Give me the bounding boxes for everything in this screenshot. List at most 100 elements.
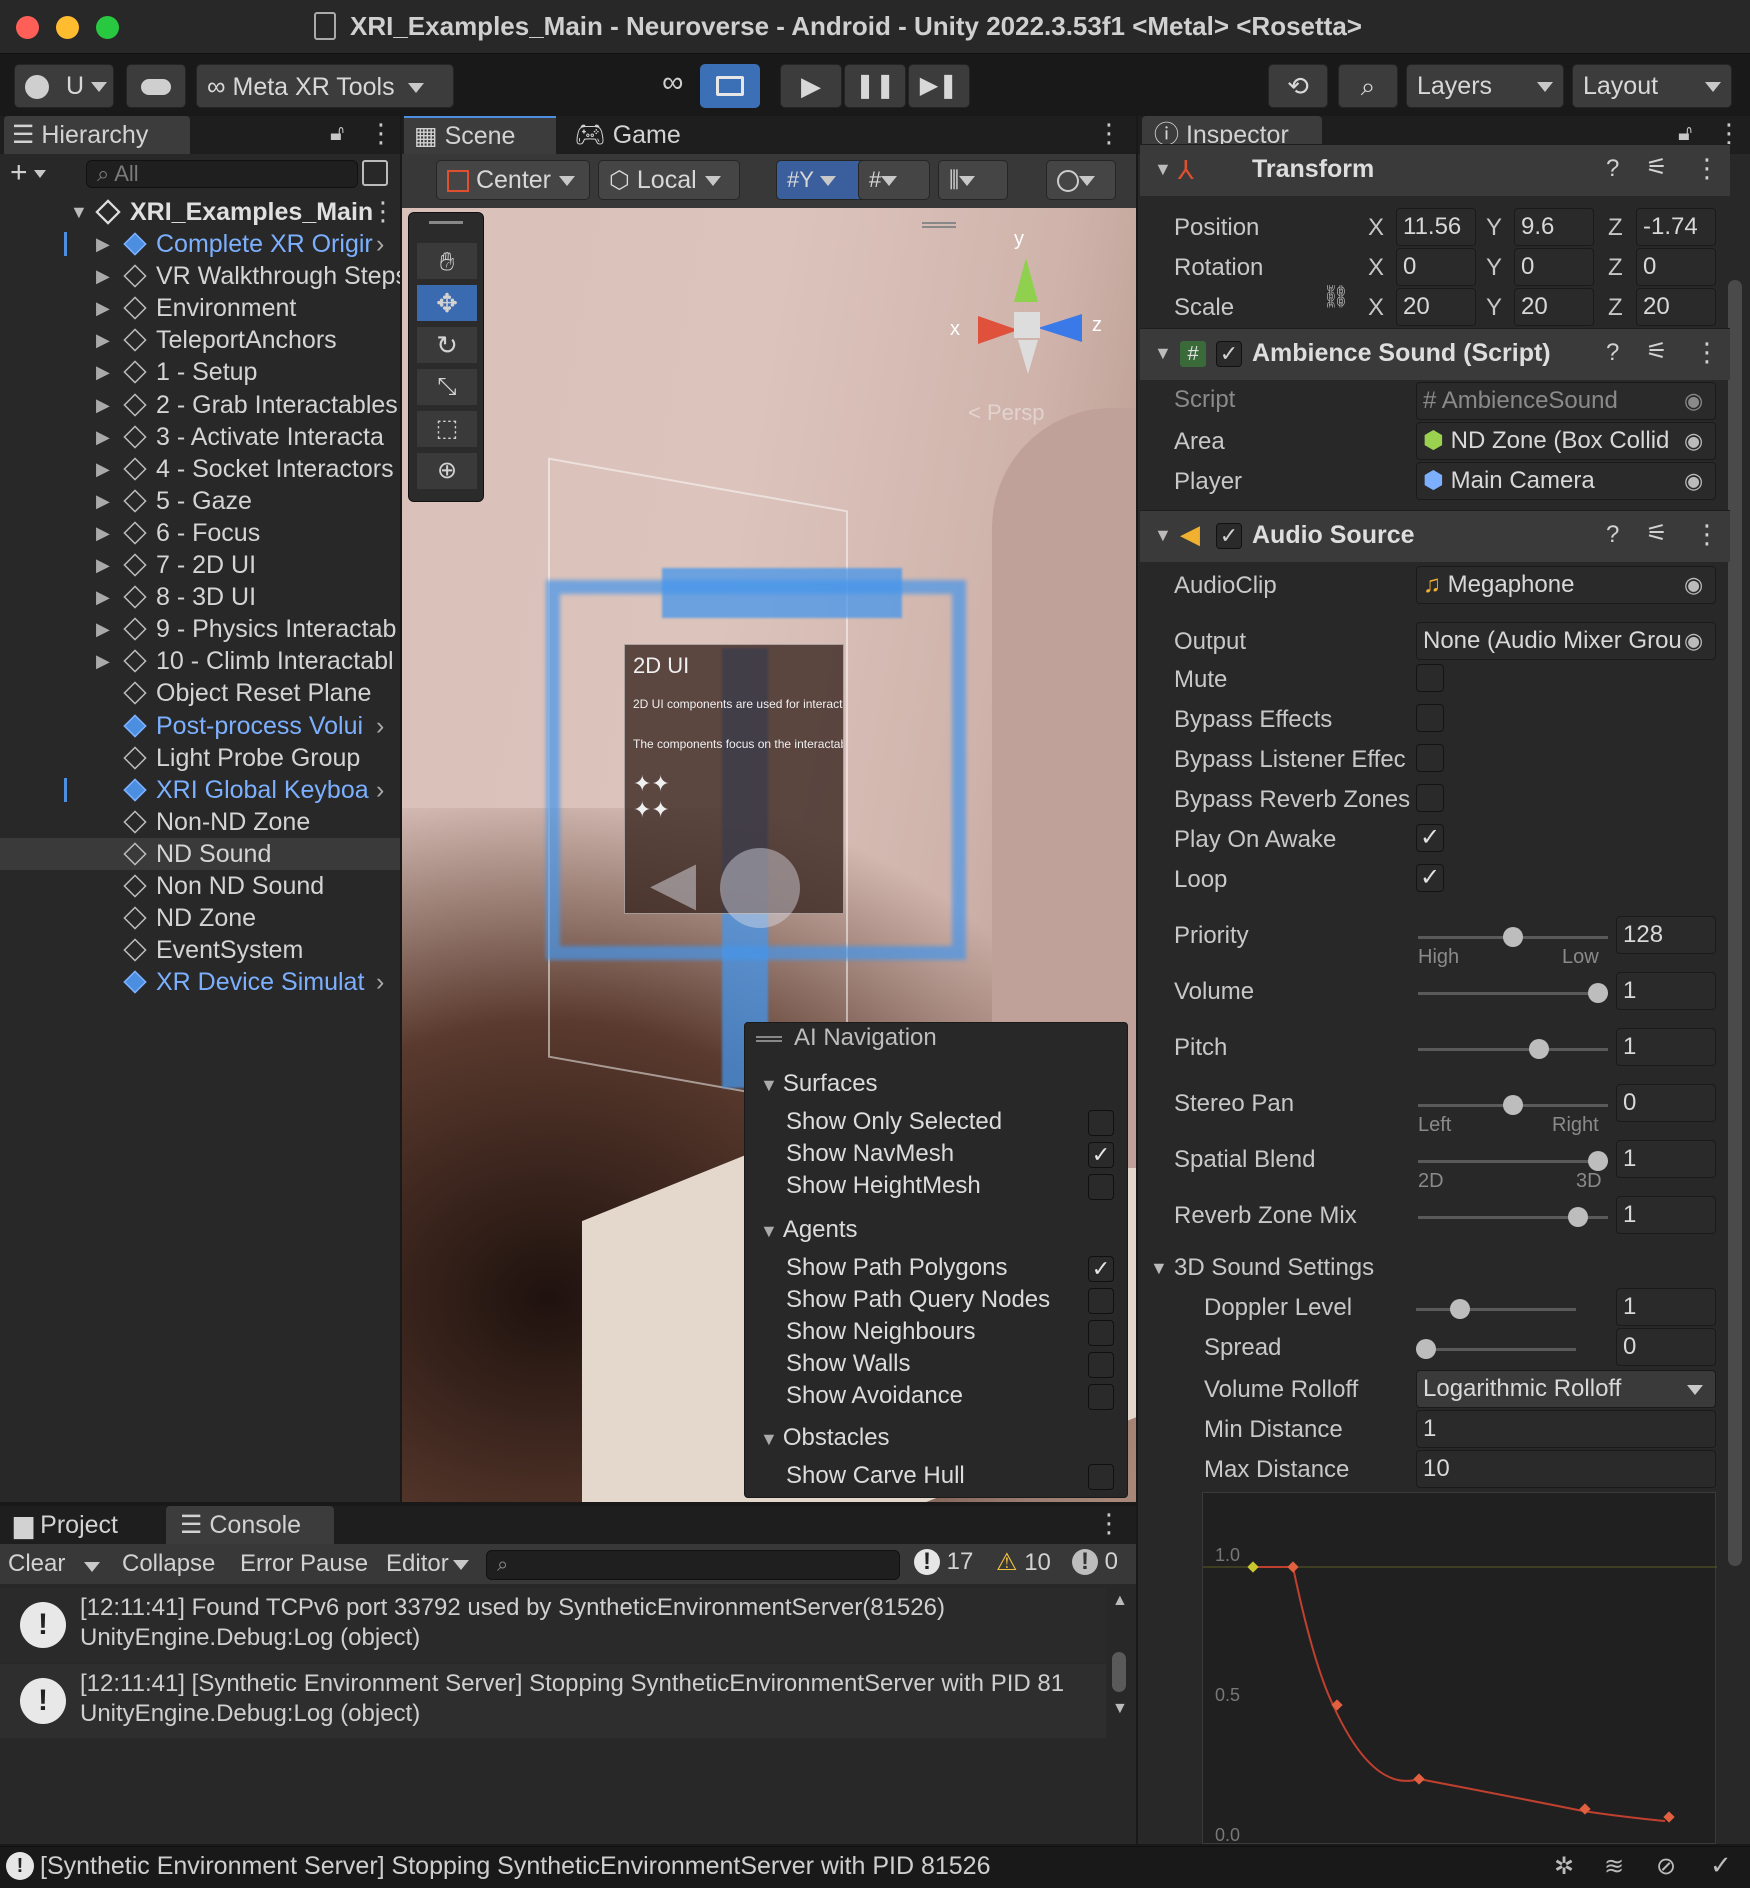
enabled-checkbox[interactable]: ✓ bbox=[1216, 341, 1242, 367]
hierarchy-row[interactable]: ▶ 9 - Physics Interactab bbox=[0, 613, 400, 645]
scene-root-row[interactable]: ▼ XRI_Examples_Main ⋮ bbox=[0, 196, 400, 228]
scale-z-field[interactable]: 20 bbox=[1636, 288, 1716, 326]
presets-icon[interactable]: ⚟ bbox=[1646, 337, 1668, 366]
expand-arrow-icon[interactable]: ▶ bbox=[96, 228, 110, 260]
perspective-label[interactable]: < Persp bbox=[968, 400, 1044, 426]
panel-menu-icon[interactable]: ⋮ bbox=[1096, 1508, 1122, 1539]
play-button[interactable]: ▶ bbox=[780, 64, 842, 108]
volume-field[interactable]: 1 bbox=[1616, 972, 1716, 1010]
player-field[interactable]: ⬢ Main Camera bbox=[1416, 462, 1716, 500]
orientation-gizmo[interactable]: y x z bbox=[942, 228, 1132, 418]
expand-arrow-icon[interactable]: ▶ bbox=[96, 517, 110, 549]
slider-knob[interactable] bbox=[1416, 1339, 1436, 1359]
spread-slider[interactable] bbox=[1416, 1339, 1576, 1359]
expand-arrow-icon[interactable]: ▶ bbox=[96, 581, 110, 613]
expand-arrow-icon[interactable]: ▶ bbox=[96, 613, 110, 645]
stereo-slider[interactable] bbox=[1418, 1095, 1608, 1115]
spread-field[interactable]: 0 bbox=[1616, 1328, 1716, 1366]
expand-arrow-icon[interactable]: ▶ bbox=[96, 356, 110, 388]
increment-snap-dropdown[interactable]: ⫼ bbox=[938, 160, 1008, 200]
hierarchy-row[interactable]: ND Zone bbox=[0, 902, 400, 934]
close-window-button[interactable] bbox=[16, 16, 39, 39]
ambience-sound-header[interactable]: ▼ # ✓ Ambience Sound (Script) ? ⚟ ⋮ bbox=[1140, 328, 1730, 380]
max-distance-field[interactable]: 10 bbox=[1416, 1450, 1716, 1488]
cloud-button[interactable] bbox=[126, 64, 186, 108]
ai-group-surfaces[interactable]: ▼ Surfaces bbox=[760, 1070, 878, 1098]
volume-rolloff-dropdown[interactable]: Logarithmic Rolloff bbox=[1416, 1370, 1716, 1408]
expand-arrow-icon[interactable]: ▶ bbox=[96, 389, 110, 421]
hierarchy-row[interactable]: ▶ 8 - 3D UI bbox=[0, 581, 400, 613]
maximize-window-button[interactable] bbox=[96, 16, 119, 39]
component-menu-icon[interactable]: ⋮ bbox=[1694, 337, 1720, 368]
console-scrollbar[interactable] bbox=[1112, 1652, 1126, 1692]
pause-button[interactable]: ❚❚ bbox=[844, 64, 906, 108]
ai-group-agents[interactable]: ▼ Agents bbox=[760, 1216, 858, 1244]
slider-knob[interactable] bbox=[1588, 1151, 1608, 1171]
priority-field[interactable]: 128 bbox=[1616, 916, 1716, 954]
rotation-z-field[interactable]: 0 bbox=[1636, 248, 1716, 286]
search-options-icon[interactable] bbox=[362, 160, 388, 186]
hierarchy-row[interactable]: Post-process Volui › bbox=[0, 710, 400, 742]
account-dropdown[interactable]: U bbox=[14, 64, 114, 108]
hierarchy-row[interactable]: ▶ TeleportAnchors bbox=[0, 324, 400, 356]
rotation-x-field[interactable]: 0 bbox=[1396, 248, 1476, 286]
chevron-right-icon[interactable]: › bbox=[376, 228, 384, 260]
rotate-tool-icon[interactable]: ↻ bbox=[417, 327, 477, 363]
help-icon[interactable]: ? bbox=[1606, 339, 1619, 367]
tab-console[interactable]: ☰ Console bbox=[166, 1506, 334, 1544]
hand-tool-icon[interactable]: ✋︎ bbox=[417, 243, 477, 279]
ai-option-checkbox[interactable]: ✓ bbox=[1088, 1142, 1114, 1168]
expand-arrow-icon[interactable]: ▶ bbox=[96, 549, 110, 581]
hierarchy-row[interactable]: ▶ 7 - 2D UI bbox=[0, 549, 400, 581]
ai-option-checkbox[interactable]: ✓ bbox=[1088, 1256, 1114, 1282]
search-button[interactable]: ⌕ bbox=[1338, 64, 1398, 108]
log-entry[interactable]: ! [12:11:41] [Synthetic Environment Serve… bbox=[0, 1664, 1106, 1738]
hierarchy-row[interactable]: ▶ VR Walkthrough Steps bbox=[0, 260, 400, 292]
hierarchy-row[interactable]: ND Sound bbox=[0, 837, 400, 870]
log-count-toggle[interactable]: ! 17 bbox=[914, 1548, 973, 1576]
toggle-checkbox[interactable] bbox=[1416, 664, 1444, 692]
pitch-field[interactable]: 1 bbox=[1616, 1028, 1716, 1066]
expand-arrow-icon[interactable]: ▶ bbox=[96, 260, 110, 292]
expand-arrow-icon[interactable]: ▶ bbox=[96, 292, 110, 324]
clear-button[interactable]: Clear bbox=[8, 1550, 65, 1578]
debug-bug-icon[interactable]: ✲ bbox=[1554, 1852, 1574, 1881]
cache-server-icon[interactable]: ≋ bbox=[1604, 1852, 1624, 1881]
slider-knob[interactable] bbox=[1503, 1095, 1523, 1115]
editor-dropdown[interactable]: Editor bbox=[386, 1550, 469, 1578]
scene-menu-icon[interactable]: ⋮ bbox=[370, 196, 396, 227]
hierarchy-row[interactable]: ▶ 4 - Socket Interactors bbox=[0, 453, 400, 485]
snap-increment-dropdown[interactable]: # bbox=[858, 160, 930, 200]
position-y-field[interactable]: 9.6 bbox=[1514, 208, 1594, 246]
area-field[interactable]: ⬢ ND Zone (Box Collid bbox=[1416, 422, 1716, 460]
toggle-checkbox[interactable] bbox=[1416, 744, 1444, 772]
ai-option-checkbox[interactable] bbox=[1088, 1320, 1114, 1346]
spatial-field[interactable]: 1 bbox=[1616, 1140, 1716, 1178]
expand-arrow-icon[interactable]: ▶ bbox=[96, 324, 110, 356]
doppler-field[interactable]: 1 bbox=[1616, 1288, 1716, 1326]
clear-options-dropdown[interactable] bbox=[84, 1558, 100, 1576]
hierarchy-row[interactable]: ▶ 3 - Activate Interacta bbox=[0, 421, 400, 453]
object-picker-icon[interactable]: ◉ bbox=[1684, 572, 1703, 598]
presets-icon[interactable]: ⚟ bbox=[1646, 153, 1668, 182]
scale-link-icon[interactable]: ⛓︎ bbox=[1322, 284, 1350, 310]
output-field[interactable]: None (Audio Mixer Grou bbox=[1416, 622, 1716, 660]
toggle-checkbox[interactable] bbox=[1416, 704, 1444, 732]
foldout-arrow-icon[interactable]: ▼ bbox=[1150, 1258, 1168, 1279]
toggle-checkbox[interactable]: ✓ bbox=[1416, 824, 1444, 852]
progress-check-icon[interactable]: ✓ bbox=[1710, 1850, 1732, 1881]
ai-option-checkbox[interactable] bbox=[1088, 1464, 1114, 1490]
ai-option-checkbox[interactable] bbox=[1088, 1288, 1114, 1314]
priority-slider[interactable] bbox=[1418, 927, 1608, 947]
inspector-scrollbar[interactable] bbox=[1728, 280, 1742, 1566]
tab-project[interactable]: ▆ Project bbox=[8, 1506, 160, 1544]
object-picker-icon[interactable]: ◉ bbox=[1684, 628, 1703, 654]
panel-menu-icon[interactable]: ⋮ bbox=[368, 118, 394, 149]
slider-knob[interactable] bbox=[1503, 927, 1523, 947]
hierarchy-row[interactable]: ▶ 5 - Gaze bbox=[0, 485, 400, 517]
ai-option-checkbox[interactable] bbox=[1088, 1174, 1114, 1200]
slider-knob[interactable] bbox=[1588, 983, 1608, 1003]
chevron-right-icon[interactable]: › bbox=[376, 710, 384, 742]
doppler-slider[interactable] bbox=[1416, 1299, 1576, 1319]
create-button[interactable]: + bbox=[10, 156, 46, 190]
